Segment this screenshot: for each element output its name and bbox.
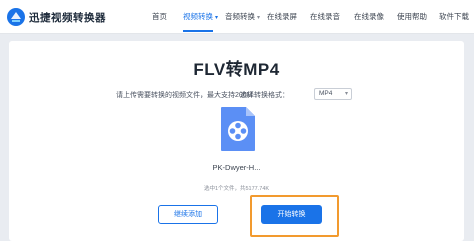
- format-label: 选择转换格式：: [240, 92, 289, 99]
- video-file-icon[interactable]: [219, 106, 257, 152]
- nav-screen-record[interactable]: 在线录屏: [267, 11, 297, 22]
- chevron-down-icon: ▾: [215, 15, 219, 21]
- nav-video-convert-label: 视频转换: [183, 12, 213, 21]
- nav-audio-convert-label: 音频转换: [225, 12, 255, 21]
- nav-video-record-label: 在线录像: [354, 12, 384, 21]
- upload-hint: 请上传需要转换的视频文件，最大支持200M: [116, 92, 253, 99]
- nav-audio-record[interactable]: 在线录音: [310, 11, 340, 22]
- nav-home[interactable]: 首页: [152, 11, 167, 22]
- continue-add-button[interactable]: 继续添加: [158, 205, 218, 224]
- active-tab-indicator: [183, 30, 213, 32]
- page-title: FLV转MP4: [193, 60, 280, 79]
- file-name: PK-Dwyer-H...: [212, 163, 261, 172]
- file-selection-summary: 选中1个文件，共5177.74K: [203, 186, 270, 192]
- nav-download-label: 软件下载: [439, 12, 469, 21]
- chevron-down-icon: ▾: [344, 91, 348, 97]
- nav-screen-record-label: 在线录屏: [267, 12, 297, 21]
- format-select[interactable]: MP4 ▾: [314, 88, 352, 100]
- format-select-value: MP4: [319, 90, 333, 97]
- nav-download[interactable]: 软件下载: [439, 11, 469, 22]
- chevron-down-icon: ▾: [257, 15, 261, 21]
- nav-home-label: 首页: [152, 12, 167, 21]
- nav-help-label: 使用帮助: [397, 12, 427, 21]
- converter-panel: FLV转MP4 请上传需要转换的视频文件，最大支持200M 选择转换格式： MP…: [9, 41, 464, 241]
- logo-icon: [7, 8, 25, 26]
- nav-audio-convert[interactable]: 音频转换 ▾: [225, 11, 260, 22]
- top-header: 迅捷视频转换器 首页 视频转换 ▾ 音频转换 ▾ 在线录屏 在线录音 在线录像 使用…: [0, 0, 474, 34]
- nav-help[interactable]: 使用帮助: [397, 11, 427, 22]
- nav-audio-record-label: 在线录音: [310, 12, 340, 21]
- brand-name[interactable]: 迅捷视频转换器: [29, 10, 106, 25]
- nav-video-record[interactable]: 在线录像: [354, 11, 384, 22]
- start-convert-button[interactable]: 开始转换: [261, 205, 322, 224]
- nav-video-convert[interactable]: 视频转换 ▾: [183, 11, 218, 22]
